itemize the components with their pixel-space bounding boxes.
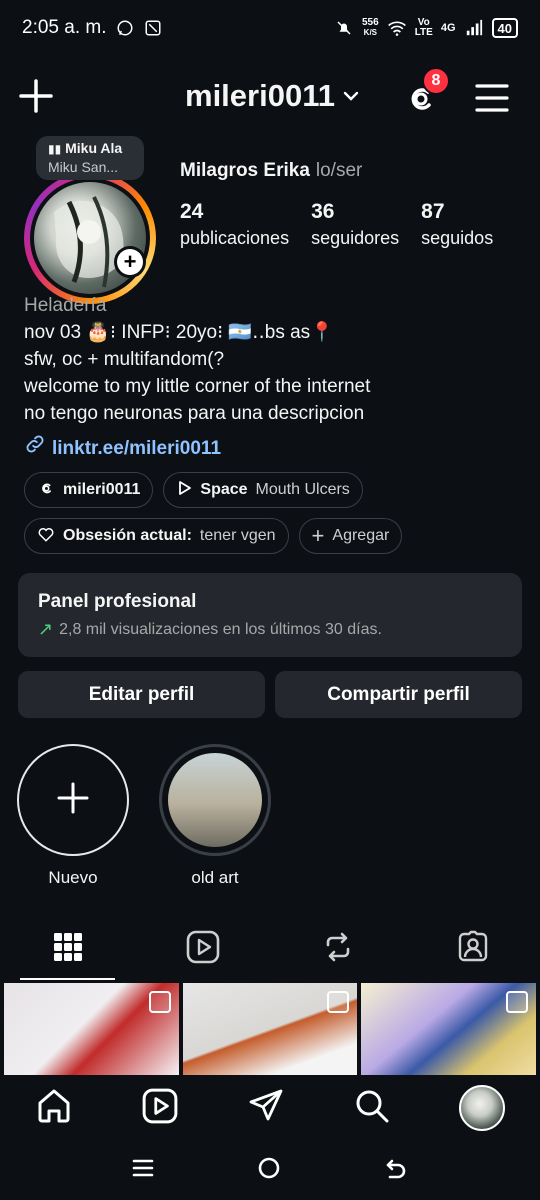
grid-icon: [53, 932, 83, 967]
highlight-label: Nuevo: [48, 868, 98, 887]
username-switcher[interactable]: mileri0011: [185, 78, 361, 114]
mute-bell-icon: [334, 18, 354, 38]
stat-followers[interactable]: 36 seguidores: [311, 200, 399, 249]
reels-icon[interactable]: [142, 1088, 178, 1129]
tab-reposts[interactable]: [270, 918, 405, 980]
highlight-new[interactable]: Nuevo: [16, 744, 130, 888]
wifi-icon: [387, 18, 407, 38]
profile-avatar-tab[interactable]: [459, 1085, 506, 1131]
display-name: Milagros Erika: [180, 160, 310, 181]
post-thumbnail[interactable]: [182, 983, 358, 1075]
post-thumbnail[interactable]: [361, 983, 537, 1075]
bio-link-text: linktr.ee/mileri0011: [52, 437, 222, 459]
play-icon: [176, 480, 192, 501]
link-icon: [24, 433, 46, 463]
profile-stats: 24 publicaciones 36 seguidores 87 seguid…: [180, 200, 515, 249]
posts-grid: [0, 983, 540, 1075]
story-highlights: Nuevo old art: [16, 744, 272, 888]
threads-icon: [37, 479, 55, 502]
music-artist: Miku San...: [48, 159, 119, 175]
bio-line: welcome to my little corner of the inter…: [24, 376, 371, 397]
music-title: Miku Ala: [65, 140, 123, 156]
plus-icon: +: [311, 523, 325, 548]
music-note-bubble[interactable]: ▮▮ Miku Ala Miku San...: [36, 136, 144, 180]
tab-posts-grid[interactable]: [0, 918, 135, 980]
bottom-navigation: [0, 1075, 540, 1141]
tab-tagged[interactable]: [405, 918, 540, 980]
menu-icon[interactable]: [472, 78, 512, 118]
home-button-icon[interactable]: [257, 1156, 281, 1185]
recent-apps-icon[interactable]: [132, 1157, 154, 1184]
add-story-button[interactable]: +: [114, 246, 146, 278]
content-tabs: [0, 918, 540, 980]
obsession-chip[interactable]: Obsesión actual: tener vgen: [24, 518, 289, 554]
carousel-icon: [506, 991, 529, 1013]
whatsapp-icon: [115, 18, 135, 38]
stat-posts[interactable]: 24 publicaciones: [180, 200, 289, 249]
stat-following[interactable]: 87 seguidos: [421, 200, 493, 249]
profile-avatar[interactable]: [24, 172, 156, 304]
highlight-cover: [168, 753, 262, 847]
battery-indicator: 40: [491, 18, 518, 38]
profile-header: mileri0011 8: [0, 66, 540, 126]
volte-indicator: Vo LTE: [414, 17, 433, 38]
create-plus-icon[interactable]: [16, 76, 56, 116]
signal-icon: [464, 18, 484, 38]
net-speed: 556 K/S: [362, 17, 379, 38]
professional-dashboard[interactable]: Panel profesional ↗ 2,8 mil visualizacio…: [18, 573, 522, 657]
tagged-icon: [456, 930, 490, 969]
bio-line: sfw, oc + multifandom(?: [24, 349, 225, 370]
search-icon[interactable]: [354, 1088, 390, 1129]
bio-line: nov 03 🎂⁝ INFP⁝ 20yo⁝ 🇦🇷‥bs as📍: [24, 322, 334, 343]
threads-chip[interactable]: mileri0011: [24, 472, 154, 508]
name-row: Milagros Erika lo/ser: [180, 160, 362, 182]
equalizer-icon: ▮▮: [48, 142, 62, 156]
trend-up-icon: ↗: [38, 619, 54, 639]
reels-icon: [186, 930, 220, 969]
profile-category: Heladería: [24, 295, 107, 316]
post-thumbnail[interactable]: [4, 983, 179, 1075]
highlight-old-art[interactable]: old art: [158, 744, 272, 888]
heart-icon: [37, 525, 55, 548]
home-icon[interactable]: [35, 1087, 73, 1130]
app-notification-icon: [143, 18, 163, 38]
status-bar: 2:05 a. m. 556 K/S Vo LTE 4G 40: [0, 0, 540, 56]
network-type: 4G: [440, 22, 456, 34]
bio-line: no tengo neuronas para una descripcion: [24, 403, 365, 424]
plus-icon: +: [117, 249, 143, 275]
pronouns: lo/ser: [315, 160, 363, 181]
carousel-icon: [148, 991, 171, 1013]
tab-reels[interactable]: [135, 918, 270, 980]
edit-profile-button[interactable]: Editar perfil: [18, 671, 265, 718]
share-profile-button[interactable]: Compartir perfil: [275, 671, 522, 718]
bio-link[interactable]: linktr.ee/mileri0011: [24, 433, 524, 463]
threads-badge: 8: [422, 67, 450, 95]
plus-icon: [56, 781, 90, 820]
reposts-icon: [322, 931, 354, 968]
highlight-label: old art: [191, 868, 239, 887]
profile-actions: Editar perfil Compartir perfil: [18, 671, 522, 718]
profile-chips: mileri0011 Space Mouth Ulcers Obsesión ac…: [24, 472, 524, 554]
status-time: 2:05 a. m.: [22, 17, 107, 38]
system-navigation: [0, 1141, 540, 1200]
add-chip-button[interactable]: + Agregar: [298, 518, 403, 554]
back-icon[interactable]: [384, 1156, 408, 1185]
username-title: mileri0011: [185, 78, 335, 113]
carousel-icon: [327, 991, 350, 1013]
panel-title: Panel profesional: [38, 591, 197, 612]
music-chip[interactable]: Space Mouth Ulcers: [163, 472, 363, 508]
direct-message-icon[interactable]: [248, 1088, 284, 1129]
bio: Heladería nov 03 🎂⁝ INFP⁝ 20yo⁝ 🇦🇷‥bs as…: [24, 292, 524, 463]
panel-subtitle: 2,8 mil visualizaciones en los últimos 3…: [59, 620, 382, 638]
chevron-down-icon: [341, 78, 361, 114]
